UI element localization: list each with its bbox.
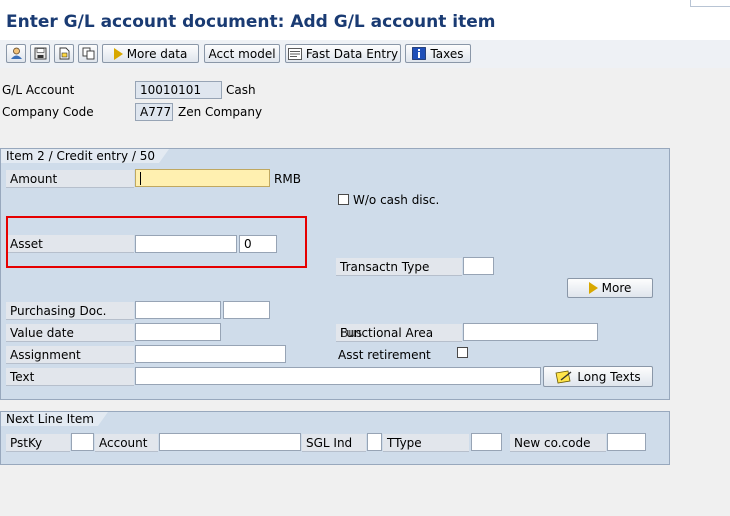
info-icon <box>412 47 427 60</box>
person-icon <box>10 47 22 59</box>
company-code-label: Company Code <box>2 105 94 119</box>
more-button-label: More <box>601 281 632 295</box>
company-code-field[interactable]: A777 <box>135 103 173 121</box>
gl-account-description: Cash <box>226 83 256 97</box>
purchasing-doc-field[interactable] <box>135 301 221 319</box>
copy-icon <box>82 47 94 60</box>
wo-cash-disc-checkbox[interactable] <box>338 194 349 205</box>
purchasing-doc-item-field[interactable] <box>223 301 270 319</box>
long-texts-button[interactable]: Long Texts <box>543 366 653 387</box>
arrow-right-icon <box>588 282 598 294</box>
account-label: Account <box>95 434 158 452</box>
arrow-right-icon <box>113 47 123 60</box>
assignment-label: Assignment <box>6 346 134 364</box>
fast-data-entry-button[interactable]: Fast Data Entry <box>285 44 401 63</box>
more-button[interactable]: More <box>567 278 653 298</box>
taxes-label: Taxes <box>430 46 464 61</box>
document-icon <box>59 47 69 60</box>
amount-field[interactable] <box>135 169 270 187</box>
ttype-label: TType <box>383 434 469 452</box>
gl-account-field[interactable]: 10010101 <box>135 81 222 99</box>
account-field[interactable] <box>159 433 301 451</box>
value-date-field[interactable] <box>135 323 221 341</box>
currency-label: RMB <box>274 172 301 186</box>
taxes-button[interactable]: Taxes <box>405 44 471 63</box>
long-texts-label: Long Texts <box>577 369 641 384</box>
new-co-code-label: New co.code <box>510 434 606 452</box>
wo-cash-disc-label: W/o cash disc. <box>353 193 440 207</box>
fast-data-entry-label: Fast Data Entry <box>305 46 399 61</box>
transactn-type-label: Transactn Type <box>336 258 462 276</box>
ttype-field[interactable] <box>471 433 502 451</box>
more-data-label: More data <box>126 46 188 61</box>
page-title: Enter G/L account document: Add G/L acco… <box>6 12 496 32</box>
next-line-item-title: Next Line Item <box>1 412 108 426</box>
functional-area-overlap-text: Bus <box>340 326 363 340</box>
document-button[interactable] <box>54 44 74 63</box>
amount-label: Amount <box>6 170 134 188</box>
gl-account-label: G/L Account <box>2 83 75 97</box>
asst-retirement-checkbox[interactable] <box>457 347 468 358</box>
asset-highlight-box <box>6 216 307 268</box>
assignment-field[interactable] <box>135 345 286 363</box>
more-data-button[interactable]: More data <box>102 44 199 63</box>
text-label: Text <box>6 368 134 386</box>
person-button[interactable] <box>6 44 26 63</box>
purchasing-doc-label: Purchasing Doc. <box>6 302 134 320</box>
functional-area-field[interactable] <box>463 323 598 341</box>
sgl-ind-field[interactable] <box>367 433 382 451</box>
new-co-code-field[interactable] <box>607 433 646 451</box>
note-pencil-icon <box>555 370 572 383</box>
pstky-field[interactable] <box>71 433 94 451</box>
value-date-label: Value date <box>6 324 134 342</box>
acct-model-label: Acct model <box>208 46 276 61</box>
company-name: Zen Company <box>178 105 263 119</box>
edit-list-icon <box>287 47 302 60</box>
pstky-label: PstKy <box>6 434 70 452</box>
save-button[interactable] <box>30 44 50 63</box>
text-field[interactable] <box>135 367 541 385</box>
asst-retirement-label: Asst retirement <box>338 348 431 362</box>
item-group-title: Item 2 / Credit entry / 50 <box>1 149 169 163</box>
copy-button[interactable] <box>78 44 98 63</box>
save-icon <box>34 47 46 60</box>
sgl-ind-label: SGL Ind <box>302 434 366 452</box>
transactn-type-field[interactable] <box>463 257 494 275</box>
title-bar-divider <box>690 0 730 7</box>
acct-model-button[interactable]: Acct model <box>204 44 280 63</box>
text-cursor <box>140 172 141 185</box>
